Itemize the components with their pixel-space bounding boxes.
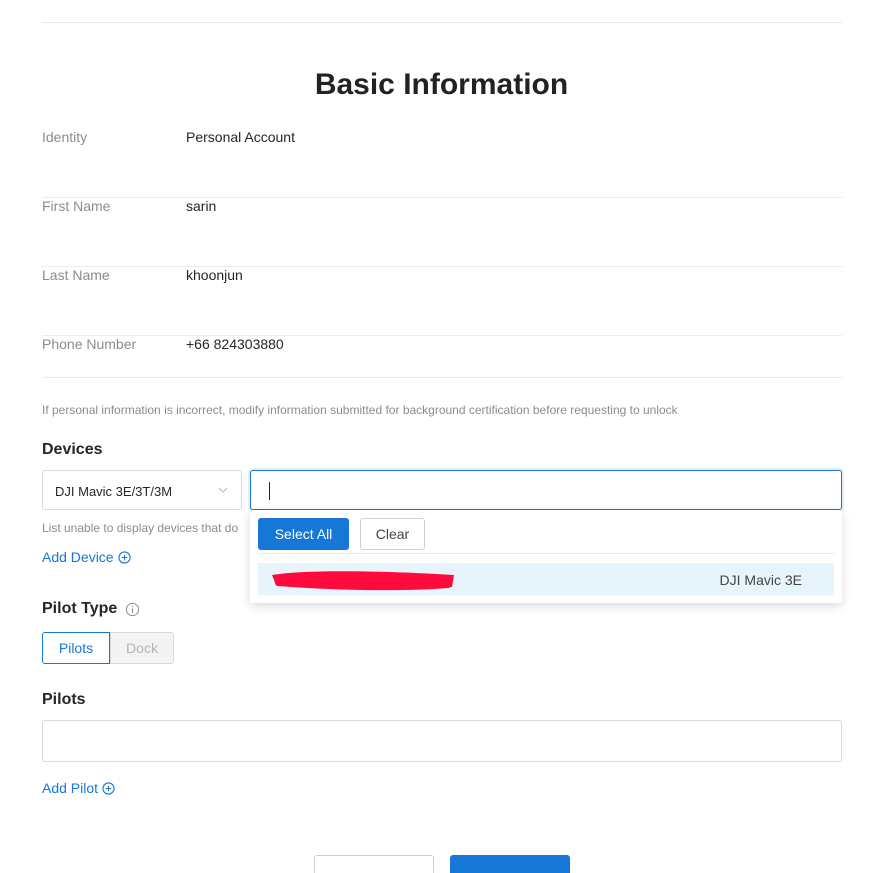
add-pilot-label: Add Pilot — [42, 780, 99, 796]
secondary-action-button[interactable] — [314, 855, 434, 873]
plus-circle-icon — [117, 550, 131, 564]
redaction-mark — [272, 571, 454, 591]
info-row-first-name: First Name sarin — [42, 198, 842, 267]
select-all-button[interactable]: Select All — [258, 518, 349, 550]
phone-label: Phone Number — [42, 336, 137, 352]
page-title: Basic Information — [314, 68, 569, 101]
info-row-last-name: Last Name khoonjun — [42, 267, 842, 336]
pilots-input[interactable] — [42, 720, 842, 762]
device-option[interactable]: DJI Mavic 3E — [258, 563, 834, 595]
primary-action-button[interactable] — [450, 855, 570, 873]
chevron-down-icon — [218, 487, 228, 493]
identity-value: Personal Account — [186, 129, 295, 145]
device-option-model: DJI Mavic 3E — [719, 572, 802, 588]
info-circle-icon[interactable] — [125, 602, 140, 617]
top-divider — [42, 22, 842, 23]
device-model-select-value: DJI Mavic 3E/3T/3M — [55, 484, 173, 499]
pilot-type-header: Pilot Type — [42, 600, 140, 618]
text-caret — [269, 482, 270, 500]
last-name-value: khoonjun — [186, 267, 243, 283]
plus-circle-icon — [102, 781, 115, 795]
add-pilot-link[interactable]: Add Pilot — [42, 780, 115, 796]
device-hint: List unable to display devices that do — [42, 521, 239, 535]
pilot-type-pilots-option[interactable]: Pilots — [42, 632, 110, 664]
identity-label: Identity — [42, 129, 88, 145]
device-dropdown: Select All Clear DJI Mavic 3E — [250, 510, 842, 603]
add-device-label: Add Device — [42, 549, 114, 565]
first-name-label: First Name — [42, 198, 111, 214]
phone-value: +66 824303880 — [186, 336, 284, 352]
info-row-phone: Phone Number +66 824303880 — [42, 336, 842, 378]
clear-button[interactable]: Clear — [360, 518, 425, 550]
dropdown-divider — [258, 553, 834, 554]
pilot-type-dock-option[interactable]: Dock — [110, 632, 174, 664]
info-note: If personal information is incorrect, mo… — [42, 403, 678, 417]
devices-title: Devices — [42, 441, 103, 458]
pilot-type-title: Pilot Type — [42, 600, 118, 617]
device-model-select[interactable]: DJI Mavic 3E/3T/3M — [42, 470, 242, 510]
pilots-title: Pilots — [42, 691, 86, 708]
last-name-label: Last Name — [42, 267, 110, 283]
info-row-identity: Identity Personal Account — [42, 129, 842, 198]
add-device-link[interactable]: Add Device — [42, 549, 131, 565]
first-name-value: sarin — [186, 198, 217, 214]
device-search-input[interactable] — [250, 470, 842, 510]
